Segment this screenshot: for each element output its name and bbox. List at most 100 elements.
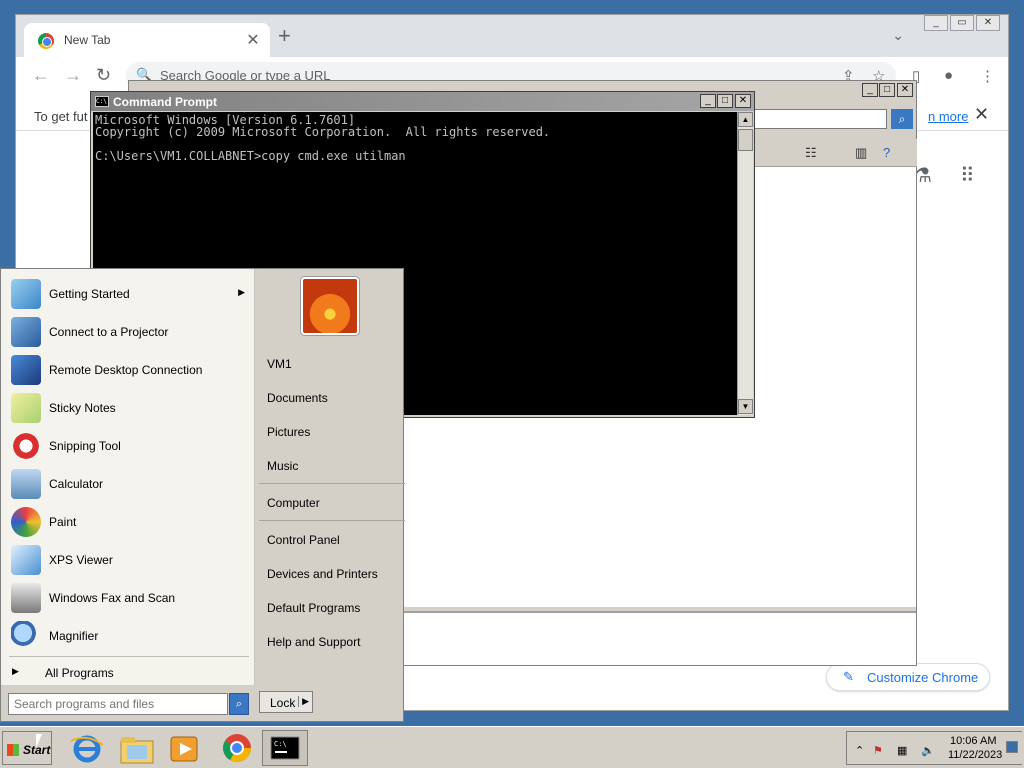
customize-chrome-label: Customize Chrome bbox=[867, 670, 979, 685]
shutdown-options-arrow-icon[interactable]: ▶ bbox=[298, 696, 309, 707]
start-search-input[interactable] bbox=[9, 694, 227, 714]
start-button[interactable]: Start bbox=[2, 731, 52, 765]
programs-separator bbox=[9, 656, 249, 657]
program-snipping-tool[interactable]: Snipping Tool bbox=[1, 427, 255, 465]
program-label: Calculator bbox=[49, 477, 104, 491]
place-user-folder[interactable]: VM1 bbox=[267, 357, 292, 371]
taskbar-windows-explorer[interactable] bbox=[114, 730, 160, 766]
place-computer[interactable]: Computer bbox=[267, 496, 320, 510]
place-control-panel[interactable]: Control Panel bbox=[267, 533, 340, 547]
bg-minimize-button[interactable]: _ bbox=[862, 83, 878, 97]
command-prompt-icon: C:\ bbox=[270, 736, 300, 760]
program-label: Connect to a Projector bbox=[49, 325, 169, 339]
place-devices-printers[interactable]: Devices and Printers bbox=[267, 567, 378, 581]
program-paint[interactable]: Paint bbox=[1, 503, 255, 541]
lock-button[interactable]: Lock ▶ bbox=[259, 691, 313, 713]
close-button[interactable]: ✕ bbox=[976, 15, 1000, 31]
all-programs-label: All Programs bbox=[45, 666, 114, 680]
cmd-maximize-button[interactable]: □ bbox=[717, 94, 733, 108]
windows-logo-icon bbox=[7, 744, 19, 756]
maximize-button[interactable]: ▭ bbox=[950, 15, 974, 31]
scroll-up-icon[interactable]: ▲ bbox=[738, 112, 753, 127]
infobar-text: To get fut bbox=[34, 109, 88, 124]
clock-date[interactable]: 11/22/2023 bbox=[948, 749, 1002, 761]
taskbar-command-prompt[interactable]: C:\ bbox=[262, 730, 308, 766]
program-xps-viewer[interactable]: XPS Viewer bbox=[1, 541, 255, 579]
program-label: Snipping Tool bbox=[49, 439, 121, 453]
preview-pane-icon[interactable]: ▥ bbox=[855, 145, 867, 161]
apps-grid-icon[interactable]: ⠿ bbox=[960, 163, 975, 188]
fax-scan-icon bbox=[11, 583, 41, 613]
program-calculator[interactable]: Calculator bbox=[1, 465, 255, 503]
program-getting-started[interactable]: Getting Started ▶ bbox=[1, 275, 255, 313]
program-connect-projector[interactable]: Connect to a Projector bbox=[1, 313, 255, 351]
tab-new-tab[interactable]: New Tab ✕ bbox=[24, 23, 270, 57]
help-icon[interactable]: ? bbox=[883, 145, 890, 160]
cmd-titlebar[interactable]: C:\ Command Prompt _ □ ✕ bbox=[91, 92, 754, 111]
bg-search-icon[interactable]: ⌕ bbox=[891, 109, 913, 129]
place-music[interactable]: Music bbox=[267, 459, 298, 473]
program-label: Magnifier bbox=[49, 629, 99, 643]
start-menu-programs: Getting Started ▶ Connect to a Projector… bbox=[1, 269, 255, 685]
user-picture-avatar[interactable] bbox=[301, 277, 359, 335]
customize-chrome-button[interactable]: ✎ Customize Chrome bbox=[826, 663, 990, 691]
menu-kebab-icon[interactable]: ⋮ bbox=[980, 67, 995, 85]
action-center-flag-icon[interactable]: ⚑ bbox=[873, 744, 883, 757]
magnifier-icon bbox=[11, 621, 41, 651]
tab-search-chevron-icon[interactable]: ⌄ bbox=[892, 27, 904, 44]
program-remote-desktop[interactable]: Remote Desktop Connection bbox=[1, 351, 255, 389]
minimize-button[interactable]: _ bbox=[924, 15, 948, 31]
calculator-icon bbox=[11, 469, 41, 499]
taskbar-internet-explorer[interactable] bbox=[64, 730, 110, 766]
taskbar: Start C:\ ⌃ ⚑ ▦ 🔈 10:06 AM 11/22/2023 bbox=[0, 726, 1024, 768]
volume-muted-icon[interactable]: 🔈 bbox=[921, 744, 935, 757]
reload-icon[interactable]: ↻ bbox=[96, 65, 111, 86]
chrome-favicon-icon bbox=[38, 33, 54, 49]
taskbar-media-player[interactable] bbox=[162, 730, 208, 766]
view-options-icon[interactable]: ☷ bbox=[805, 145, 817, 161]
scroll-down-icon[interactable]: ▼ bbox=[738, 399, 753, 414]
paint-icon bbox=[11, 507, 41, 537]
bg-command-bar: ☷ ▥ ? bbox=[749, 139, 917, 167]
profile-avatar-icon[interactable]: ● bbox=[944, 67, 953, 84]
cmd-minimize-button[interactable]: _ bbox=[700, 94, 716, 108]
pencil-icon: ✎ bbox=[843, 669, 854, 684]
folder-icon bbox=[120, 737, 154, 764]
bg-close-button[interactable]: ✕ bbox=[897, 83, 913, 97]
tab-close-icon[interactable]: ✕ bbox=[244, 30, 262, 50]
internet-explorer-icon bbox=[70, 735, 104, 763]
forward-arrow-icon[interactable]: → bbox=[64, 65, 82, 86]
cmd-title: Command Prompt bbox=[113, 95, 218, 109]
program-magnifier[interactable]: Magnifier bbox=[1, 617, 255, 655]
program-fax-scan[interactable]: Windows Fax and Scan bbox=[1, 579, 255, 617]
start-menu: Getting Started ▶ Connect to a Projector… bbox=[0, 268, 405, 722]
place-help-support[interactable]: Help and Support bbox=[267, 635, 360, 649]
infobar-close-icon[interactable]: ✕ bbox=[974, 104, 989, 125]
program-sticky-notes[interactable]: Sticky Notes bbox=[1, 389, 255, 427]
show-desktop-button[interactable] bbox=[1006, 741, 1018, 753]
back-arrow-icon[interactable]: ← bbox=[32, 65, 50, 86]
all-programs-button[interactable]: ▶ All Programs bbox=[1, 661, 255, 685]
clock-time[interactable]: 10:06 AM bbox=[950, 735, 996, 747]
tab-title: New Tab bbox=[64, 33, 111, 47]
place-documents[interactable]: Documents bbox=[267, 391, 328, 405]
taskbar-chrome[interactable] bbox=[214, 730, 260, 766]
program-label: Windows Fax and Scan bbox=[49, 591, 176, 605]
show-hidden-icons-chevron-icon[interactable]: ⌃ bbox=[855, 744, 864, 757]
cmd-vertical-scrollbar[interactable]: ▲ ▼ bbox=[737, 112, 753, 415]
start-search-box[interactable] bbox=[8, 693, 228, 715]
program-label: Paint bbox=[49, 515, 77, 529]
place-pictures[interactable]: Pictures bbox=[267, 425, 310, 439]
start-menu-places: VM1 Documents Pictures Music Computer Co… bbox=[255, 269, 405, 685]
bg-maximize-button[interactable]: □ bbox=[879, 83, 895, 97]
start-search-icon[interactable]: ⌕ bbox=[229, 693, 249, 715]
network-icon[interactable]: ▦ bbox=[897, 744, 907, 757]
places-separator bbox=[259, 483, 405, 484]
scroll-thumb[interactable] bbox=[738, 129, 753, 151]
bg-search-box[interactable] bbox=[749, 109, 887, 129]
program-label: Remote Desktop Connection bbox=[49, 363, 203, 377]
cmd-close-button[interactable]: ✕ bbox=[735, 94, 751, 108]
new-tab-button[interactable]: + bbox=[278, 25, 291, 47]
infobar-learn-more-link[interactable]: n more bbox=[928, 109, 968, 124]
place-default-programs[interactable]: Default Programs bbox=[267, 601, 360, 615]
